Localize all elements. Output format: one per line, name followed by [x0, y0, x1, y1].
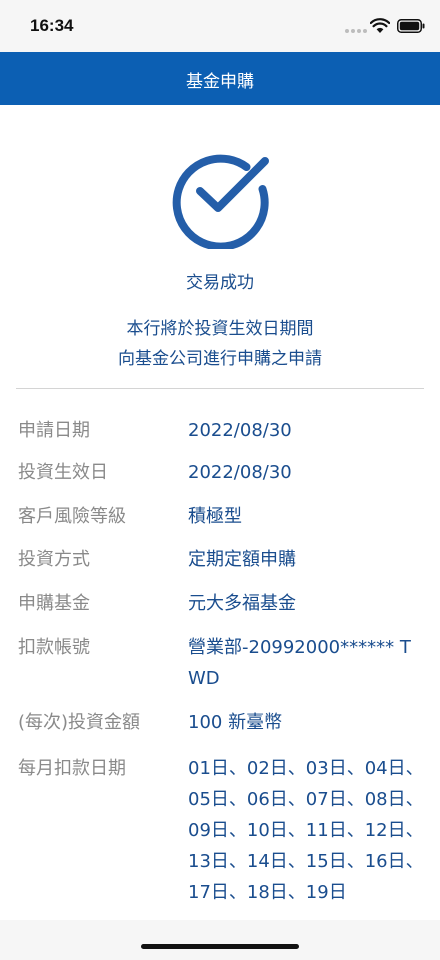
detail-label: 投資生效日 [18, 462, 108, 483]
divider [16, 388, 424, 389]
detail-label: 投資方式 [18, 549, 90, 570]
detail-label: 客戶風險等級 [18, 506, 126, 527]
detail-label: 扣款帳號 [18, 637, 90, 658]
page-title: 基金申購 [186, 72, 254, 92]
status-bar: 16:34 [0, 0, 440, 52]
detail-label: 每月扣款日期 [18, 758, 126, 779]
detail-label: 申購基金 [18, 593, 90, 614]
result-message-line-1: 本行將於投資生效日期間 [126, 319, 314, 339]
battery-icon [397, 19, 425, 33]
result-message-line-2: 向基金公司進行申購之申請 [118, 349, 322, 369]
status-time: 16:34 [30, 16, 74, 35]
detail-value: 營業部-20992000****** TWD [188, 637, 411, 689]
cellular-signal-icon [345, 29, 367, 33]
result-content: 交易成功 本行將於投資生效日期間 向基金公司進行申購之申請 申請日期 2022/… [0, 105, 440, 920]
detail-value: 100 新臺幣 [188, 712, 283, 733]
detail-value: 元大多福基金 [188, 593, 296, 614]
home-indicator[interactable] [141, 944, 299, 949]
detail-value: 積極型 [188, 506, 242, 527]
home-bar-area [0, 920, 440, 960]
check-circle-icon [172, 154, 269, 249]
detail-value: 01日、02日、03日、04日、05日、06日、07日、08日、09日、10日、… [188, 758, 424, 903]
detail-value: 2022/08/30 [188, 462, 292, 483]
detail-label: (每次)投資金額 [18, 712, 141, 733]
detail-value: 2022/08/30 [188, 420, 292, 441]
wifi-icon [370, 18, 390, 33]
detail-label: 申請日期 [18, 420, 90, 441]
result-title: 交易成功 [186, 273, 254, 293]
detail-value: 定期定額申購 [188, 549, 296, 570]
nav-bar: 基金申購 [0, 52, 440, 105]
